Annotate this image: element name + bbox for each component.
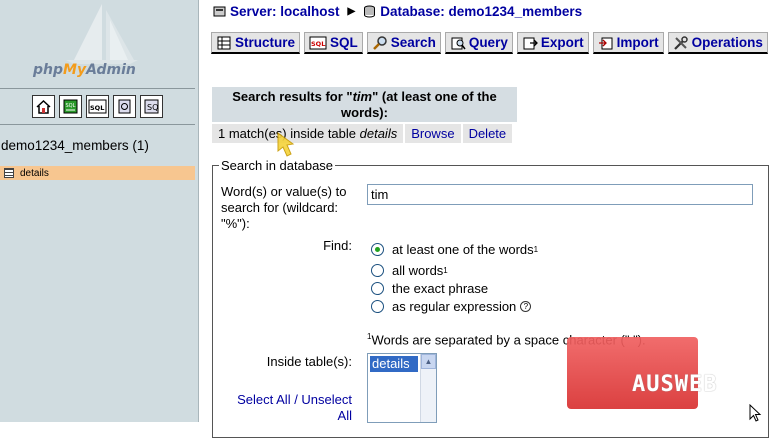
match-table: details bbox=[359, 126, 398, 141]
scrollbar[interactable]: ▲ bbox=[420, 354, 436, 422]
delete-link[interactable]: Delete bbox=[469, 126, 507, 141]
results-title-term: tim bbox=[352, 89, 373, 104]
radio-button[interactable] bbox=[371, 264, 384, 277]
find-label: Find: bbox=[323, 238, 352, 253]
tab-export[interactable]: Export bbox=[516, 32, 589, 54]
search-form-legend: Search in database bbox=[221, 158, 334, 173]
server-icon bbox=[213, 6, 226, 17]
table-icon[interactable] bbox=[4, 168, 14, 178]
divider bbox=[0, 88, 195, 89]
scroll-up-icon[interactable]: ▲ bbox=[421, 354, 436, 369]
svg-text:SQ: SQ bbox=[147, 103, 158, 112]
tab-search[interactable]: Search bbox=[366, 32, 441, 54]
footnote-marker: 1 bbox=[443, 266, 448, 275]
tab-label: Search bbox=[390, 35, 436, 50]
tab-query[interactable]: Query bbox=[444, 32, 513, 54]
tab-label: Export bbox=[540, 35, 584, 50]
sql-window-icon[interactable]: SQL bbox=[86, 95, 109, 118]
option-label: the exact phrase bbox=[392, 281, 489, 296]
tab-bar: Structure SQL SQL Search Query Export Im… bbox=[211, 32, 768, 54]
tab-structure[interactable]: Structure bbox=[211, 32, 301, 54]
sailboat-logo-icon bbox=[66, 4, 138, 64]
tables-select[interactable]: details ▲ bbox=[367, 353, 437, 423]
help-icon[interactable]: SQ bbox=[140, 95, 163, 118]
tab-label: Structure bbox=[235, 35, 296, 50]
tab-import[interactable]: Import bbox=[592, 32, 664, 54]
tab-label: Query bbox=[468, 35, 508, 50]
svg-text:SQL: SQL bbox=[66, 103, 76, 109]
browse-link-cell: Browse bbox=[405, 124, 461, 143]
option-exact-phrase[interactable]: the exact phrase bbox=[371, 281, 488, 296]
tab-operations[interactable]: Operations bbox=[667, 32, 768, 54]
breadcrumb-server[interactable]: Server: localhost bbox=[230, 4, 340, 19]
svg-text:SQL: SQL bbox=[311, 40, 325, 48]
operations-icon bbox=[673, 35, 688, 50]
help-icon[interactable]: ? bbox=[520, 301, 532, 312]
mouse-pointer-icon bbox=[749, 404, 762, 422]
option-at-least-one[interactable]: at least one of the words 1 bbox=[371, 242, 538, 257]
docs-icon[interactable] bbox=[113, 95, 136, 118]
highlight-arrow-icon bbox=[277, 132, 295, 157]
option-regex[interactable]: as regular expression ? bbox=[371, 299, 532, 314]
delete-link-cell: Delete bbox=[462, 124, 513, 143]
export-icon bbox=[523, 37, 538, 49]
browse-link[interactable]: Browse bbox=[411, 126, 454, 141]
option-label: at least one of the words bbox=[392, 242, 534, 257]
divider bbox=[0, 124, 195, 125]
option-label: as regular expression bbox=[392, 299, 517, 314]
quick-icons: SQL SQL SQ bbox=[32, 95, 163, 118]
breadcrumb-database[interactable]: Database: demo1234_members bbox=[380, 4, 582, 19]
svg-text:SQL: SQL bbox=[90, 104, 104, 112]
breadcrumb: Server: localhost ▶ Database: demo1234_m… bbox=[213, 4, 582, 19]
table-option-details[interactable]: details bbox=[370, 356, 418, 372]
match-count: 1 match(es) inside table details bbox=[212, 124, 404, 143]
radio-button[interactable] bbox=[371, 300, 384, 313]
option-all-words[interactable]: all words 1 bbox=[371, 263, 448, 278]
sql-query-icon[interactable]: SQL bbox=[59, 95, 82, 118]
sidebar-item-details[interactable]: details bbox=[0, 166, 195, 180]
option-label: all words bbox=[392, 263, 444, 278]
structure-icon bbox=[217, 36, 231, 49]
sidebar-item-label[interactable]: details bbox=[20, 168, 49, 179]
query-icon bbox=[451, 37, 466, 49]
navigation-frame: phpMyAdmin SQL SQL SQ demo1234_members (… bbox=[0, 0, 199, 422]
sql-icon: SQL bbox=[309, 36, 327, 49]
results-title-prefix: Search results for " bbox=[232, 89, 353, 104]
tab-label: Operations bbox=[691, 35, 763, 50]
breadcrumb-separator-icon: ▶ bbox=[347, 6, 356, 17]
search-words-input[interactable] bbox=[367, 184, 753, 205]
logo-text: phpMyAdmin bbox=[33, 62, 136, 78]
select-all-link[interactable]: Select All / Unselect All bbox=[227, 392, 352, 424]
home-icon[interactable] bbox=[32, 95, 55, 118]
database-icon bbox=[364, 5, 376, 18]
logo[interactable]: phpMyAdmin bbox=[0, 0, 199, 90]
radio-button[interactable] bbox=[371, 282, 384, 295]
tab-label: Import bbox=[616, 35, 659, 50]
radio-button[interactable] bbox=[371, 243, 384, 256]
watermark-text: AUSWEB bbox=[632, 372, 718, 397]
database-link[interactable]: demo1234_members (1) bbox=[1, 138, 149, 153]
tables-label: Inside table(s): bbox=[266, 354, 352, 369]
tab-label: SQL bbox=[330, 35, 358, 50]
words-label: Word(s) or value(s) to search for (wildc… bbox=[221, 184, 347, 231]
search-icon bbox=[372, 35, 387, 50]
footnote-marker: 1 bbox=[533, 245, 539, 254]
results-row: 1 match(es) inside table details Browse … bbox=[212, 124, 513, 143]
import-icon bbox=[598, 37, 613, 49]
tab-sql[interactable]: SQL SQL bbox=[304, 32, 363, 54]
search-results-title: Search results for "tim" (at least one o… bbox=[212, 87, 517, 122]
